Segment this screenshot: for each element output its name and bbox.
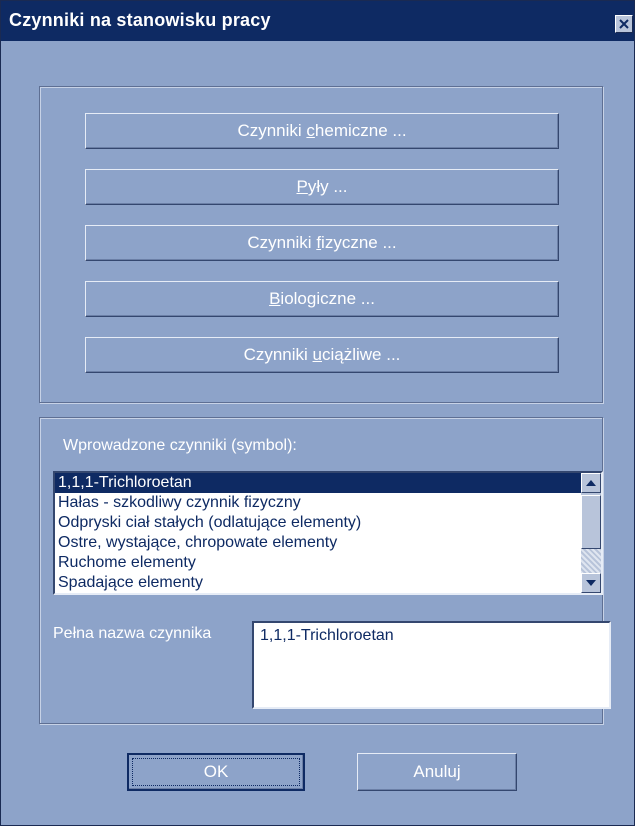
entered-factors-label: Wprowadzone czynniki (symbol): bbox=[63, 437, 297, 454]
cancel-label: Anuluj bbox=[413, 762, 461, 781]
physical-factors-button[interactable]: Czynniki fizyczne ... bbox=[85, 225, 559, 261]
title-bar[interactable]: Czynniki na stanowisku pracy bbox=[1, 1, 634, 41]
full-name-label: Pełna nazwa czynnika bbox=[53, 625, 212, 642]
ok-button[interactable]: OK bbox=[127, 753, 305, 791]
list-item[interactable]: 1,1,1-Trichloroetan bbox=[55, 473, 581, 493]
dusts-label: Pyły ... bbox=[296, 177, 348, 196]
chemical-factors-label: Czynniki chemiczne ... bbox=[237, 121, 407, 140]
list-item[interactable]: Odpryski ciał stałych (odlatujące elemen… bbox=[55, 513, 581, 533]
list-item[interactable]: Ostre, wystające, chropowate elementy bbox=[55, 533, 581, 553]
close-icon bbox=[619, 19, 629, 29]
list-item[interactable]: Spadające elementy bbox=[55, 573, 581, 593]
dialog-window: Czynniki na stanowisku pracy Czynniki ch… bbox=[0, 0, 635, 826]
scroll-down-button[interactable] bbox=[581, 573, 601, 593]
scroll-thumb[interactable] bbox=[581, 495, 601, 549]
scroll-up-button[interactable] bbox=[581, 473, 601, 493]
vertical-scrollbar[interactable] bbox=[581, 473, 601, 593]
list-item[interactable]: Hałas - szkodliwy czynnik fizyczny bbox=[55, 493, 581, 513]
nuisance-factors-button[interactable]: Czynniki uciążliwe ... bbox=[85, 337, 559, 373]
close-button[interactable] bbox=[615, 15, 633, 33]
biological-label: Biologiczne ... bbox=[269, 289, 375, 308]
chemical-factors-button[interactable]: Czynniki chemiczne ... bbox=[85, 113, 559, 149]
focus-rectangle bbox=[132, 758, 300, 786]
scroll-track[interactable] bbox=[581, 549, 601, 573]
window-title: Czynniki na stanowisku pracy bbox=[9, 10, 271, 30]
arrow-down-icon bbox=[586, 580, 596, 586]
full-name-field[interactable]: 1,1,1-Trichloroetan bbox=[252, 621, 611, 709]
nuisance-factors-label: Czynniki uciążliwe ... bbox=[243, 345, 401, 364]
arrow-up-icon bbox=[586, 480, 596, 486]
list-items: 1,1,1-Trichloroetan Hałas - szkodliwy cz… bbox=[55, 473, 581, 593]
list-item[interactable]: Ruchome elementy bbox=[55, 553, 581, 573]
entered-factors-listbox[interactable]: 1,1,1-Trichloroetan Hałas - szkodliwy cz… bbox=[53, 471, 603, 595]
dusts-button[interactable]: Pyły ... bbox=[85, 169, 559, 205]
cancel-button[interactable]: Anuluj bbox=[357, 753, 517, 791]
biological-button[interactable]: Biologiczne ... bbox=[85, 281, 559, 317]
physical-factors-label: Czynniki fizyczne ... bbox=[247, 233, 397, 252]
